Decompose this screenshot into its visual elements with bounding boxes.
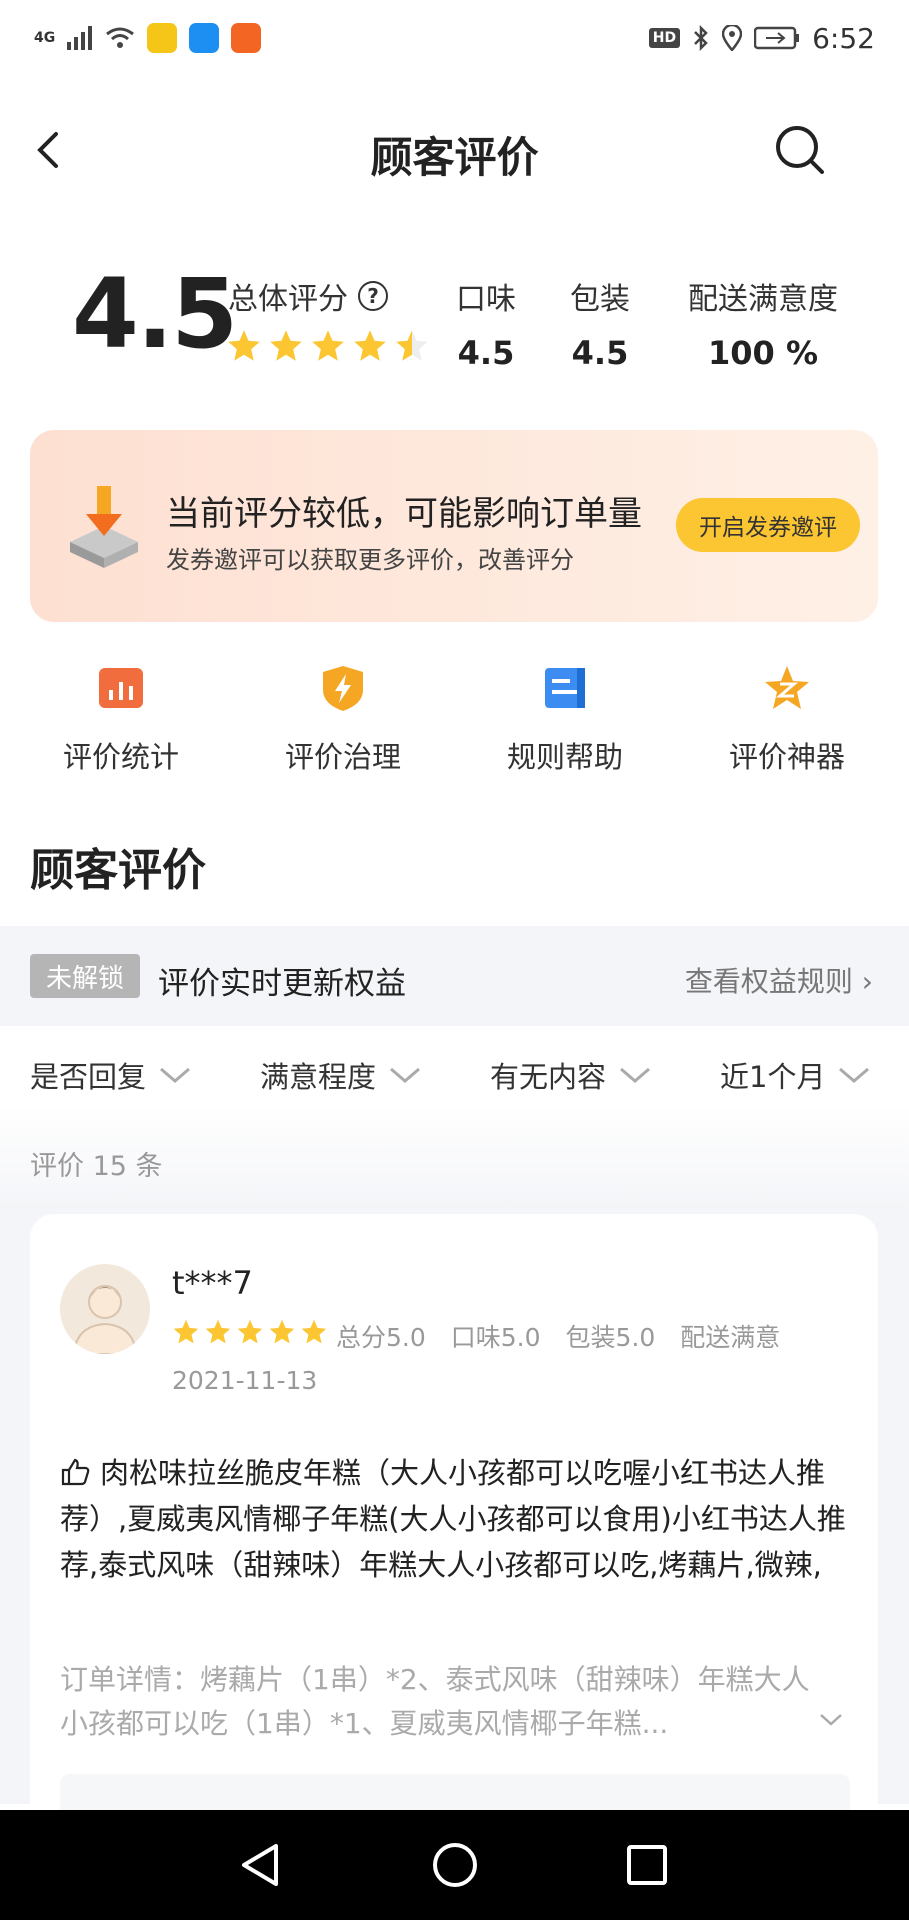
shield-bolt-icon [323, 666, 363, 711]
review-content-text: 肉松味拉丝脆皮年糕（大人小孩都可以吃喔小红书达人推荐）,夏威夷风情椰子年糕(大人… [60, 1456, 846, 1582]
review-date: 2021-11-13 [172, 1366, 318, 1395]
delivery-label: 配送满意度 [688, 282, 838, 317]
invite-coupon-button[interactable]: 开启发券邀评 [676, 498, 860, 552]
signal-icon [67, 26, 93, 50]
document-icon [545, 668, 585, 708]
filter-bar: 是否回复 满意程度 有无内容 近1个月 [0, 1054, 909, 1104]
status-bar: 4G HD 6:52 [0, 0, 909, 76]
overall-rating-label: 总体评分 ? [228, 274, 388, 318]
star-rating [226, 328, 430, 364]
app-icon-yellow [147, 23, 178, 53]
tool-label: 评价神器 [728, 740, 845, 774]
tool-review-stats[interactable]: 评价统计 [31, 664, 211, 776]
filter-label: 有无内容 [490, 1060, 607, 1094]
review-card: t***7 总分5.0 口味5.0 包装5.0 配送满意 2021-11-13 … [30, 1214, 878, 1834]
nav-bar: 顾客评价 [0, 100, 909, 196]
chevron-down-icon [160, 1067, 190, 1083]
delivery-stat: 配送满意度 100 % [680, 274, 846, 372]
filter-label: 近1个月 [720, 1060, 826, 1094]
review-stars [172, 1318, 328, 1346]
home-circle-icon[interactable] [430, 1840, 480, 1890]
location-icon [722, 25, 743, 51]
tool-review-helper[interactable]: 评价神器 [697, 664, 877, 776]
star-icon [269, 1319, 295, 1344]
tool-review-governance[interactable]: 评价治理 [253, 664, 433, 776]
review-count: 评价 15 条 [30, 1151, 163, 1182]
download-box-icon [70, 486, 138, 568]
star-icon [312, 330, 344, 361]
packaging-label: 包装 [570, 282, 630, 317]
thumbs-up-icon [61, 1458, 90, 1486]
search-icon[interactable] [770, 120, 830, 180]
star-icon [173, 1319, 199, 1344]
star-icon [354, 330, 386, 361]
app-icon-eleme [189, 23, 220, 53]
star-icon [301, 1319, 327, 1344]
tool-rules-help[interactable]: 规则帮助 [475, 664, 655, 776]
filter-label: 是否回复 [30, 1060, 147, 1094]
delivery-value: 100 % [708, 334, 818, 372]
review-scores: 总分5.0 口味5.0 包装5.0 配送满意 [336, 1323, 781, 1352]
packaging-stat: 包装 4.5 [560, 274, 640, 372]
tool-label: 评价统计 [62, 740, 179, 774]
bar-chart-icon [99, 668, 143, 708]
system-nav-bar [0, 1810, 909, 1920]
tool-label: 评价治理 [284, 740, 401, 774]
back-triangle-icon[interactable] [236, 1840, 286, 1890]
filter-satisfaction[interactable]: 满意程度 [260, 1054, 422, 1096]
avatar [60, 1264, 150, 1354]
network-label: 4G [34, 30, 56, 46]
taste-stat: 口味 4.5 [446, 274, 526, 372]
star-badge-icon [765, 666, 809, 709]
locked-badge: 未解锁 [30, 954, 140, 998]
help-icon[interactable]: ? [358, 281, 388, 311]
hd-badge: HD [648, 28, 681, 48]
star-icon [270, 330, 302, 361]
unlock-rights-bar: 未解锁 评价实时更新权益 查看权益规则 › [0, 926, 909, 1026]
banner-subtext: 发券邀评可以获取更多评价，改善评分 [166, 546, 574, 574]
low-score-banner: 当前评分较低，可能影响订单量 发券邀评可以获取更多评价，改善评分 开启发券邀评 [30, 430, 878, 622]
expand-chevron-icon[interactable] [816, 1710, 846, 1730]
review-content: 肉松味拉丝脆皮年糕（大人小孩都可以吃喔小红书达人推荐）,夏威夷风情椰子年糕(大人… [60, 1450, 850, 1588]
star-icon [396, 330, 428, 361]
view-rights-rules-link[interactable]: 查看权益规则 › [685, 960, 873, 1000]
order-details: 订单详情：烤藕片（1串）*2、泰式风味（甜辣味）年糕大人小孩都可以吃（1串）*1… [60, 1663, 810, 1740]
filter-label: 满意程度 [260, 1060, 377, 1094]
overall-label-text: 总体评分 [228, 282, 348, 317]
tool-label: 规则帮助 [506, 740, 623, 774]
packaging-value: 4.5 [571, 334, 629, 372]
filter-period[interactable]: 近1个月 [720, 1054, 871, 1096]
chevron-down-icon [390, 1067, 420, 1083]
app-icon-uc [231, 23, 262, 53]
reviewer-name: t***7 [172, 1264, 253, 1302]
unlock-text: 评价实时更新权益 [158, 966, 406, 1002]
status-time: 6:52 [812, 21, 875, 55]
wifi-icon [106, 27, 135, 48]
star-icon [228, 330, 260, 361]
section-title: 顾客评价 [30, 845, 206, 896]
filter-reply[interactable]: 是否回复 [30, 1054, 192, 1096]
taste-label: 口味 [456, 282, 516, 317]
chevron-down-icon [839, 1067, 870, 1083]
chevron-down-icon [620, 1067, 650, 1083]
overall-score: 4.5 [72, 258, 238, 370]
filter-content[interactable]: 有无内容 [490, 1054, 652, 1096]
star-icon [205, 1319, 231, 1344]
recents-square-icon[interactable] [622, 1840, 672, 1890]
user-avatar-icon [72, 1285, 138, 1354]
battery-icon [754, 26, 800, 50]
taste-value: 4.5 [457, 334, 515, 372]
banner-headline: 当前评分较低，可能影响订单量 [166, 494, 642, 534]
star-icon [237, 1319, 263, 1344]
bluetooth-icon [694, 25, 708, 51]
